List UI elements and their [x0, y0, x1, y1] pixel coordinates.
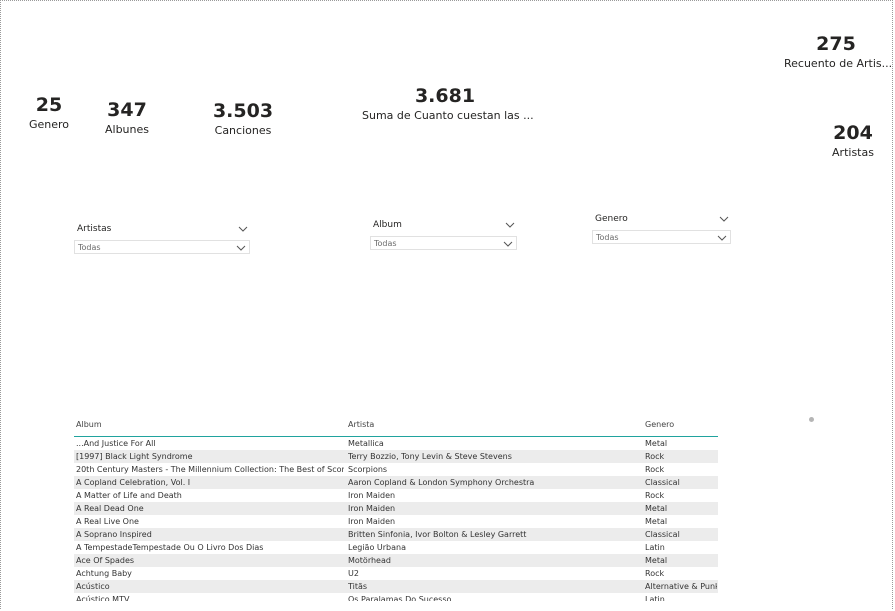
card-label: Genero — [28, 118, 70, 131]
column-header-genero[interactable]: Genero — [645, 420, 717, 429]
cell-genero: Rock — [645, 491, 665, 500]
chevron-down-icon[interactable] — [503, 239, 513, 249]
table-row[interactable]: A Soprano Inspired Britten Sinfonia, Ivo… — [74, 528, 718, 541]
slicer-dropdown[interactable]: Todas — [592, 230, 731, 244]
cell-album: A Matter of Life and Death — [76, 491, 182, 500]
cell-genero: Classical — [645, 478, 680, 487]
card-suma[interactable]: 3.681 Suma de Cuanto cuestan las ... — [362, 84, 534, 124]
cell-artista: Iron Maiden — [348, 491, 396, 500]
table-row[interactable]: ...And Justice For All Metallica Metal — [74, 437, 718, 450]
card-canciones[interactable]: 3.503 Canciones — [212, 99, 274, 139]
cell-album: Acústico — [76, 582, 110, 591]
card-label: Canciones — [214, 124, 272, 137]
cell-album: A TempestadeTempestade Ou O Livro Dos Di… — [76, 543, 264, 552]
cell-genero: Metal — [645, 517, 668, 526]
card-value: 204 — [833, 122, 873, 144]
table-row[interactable]: A Matter of Life and Death Iron Maiden R… — [74, 489, 718, 502]
slicer-header[interactable]: Artistas — [74, 222, 250, 238]
table-header: Album Artista Genero — [74, 418, 718, 437]
cell-album: Acústico MTV — [76, 595, 130, 601]
card-genero[interactable]: 25 Genero — [28, 93, 70, 133]
table-row[interactable]: A Real Live One Iron Maiden Metal — [74, 515, 718, 528]
cell-artista: U2 — [348, 569, 359, 578]
cell-genero: Latin — [645, 543, 665, 552]
card-value: 25 — [35, 94, 63, 116]
table-row[interactable]: Acústico Titãs Alternative & Punk — [74, 580, 718, 593]
table-row[interactable]: Ace Of Spades Motörhead Metal — [74, 554, 718, 567]
cell-album: A Real Live One — [76, 517, 139, 526]
table-row[interactable]: A TempestadeTempestade Ou O Livro Dos Di… — [74, 541, 718, 554]
card-value: 275 — [816, 33, 856, 55]
cell-genero: Rock — [645, 452, 665, 461]
cell-genero: Metal — [645, 556, 668, 565]
slicer-selected-value: Todas — [596, 233, 619, 242]
slicer-title: Artistas — [77, 224, 112, 234]
table-row[interactable]: [1997] Black Light Syndrome Terry Bozzio… — [74, 450, 718, 463]
table-row[interactable]: 20th Century Masters - The Millennium Co… — [74, 463, 718, 476]
card-label: Recuento de Artis... — [784, 57, 893, 70]
chevron-down-icon[interactable] — [238, 224, 248, 234]
table-body: ...And Justice For All Metallica Metal [… — [74, 437, 718, 601]
cell-album: A Copland Celebration, Vol. I — [76, 478, 191, 487]
slicer-dropdown[interactable]: Todas — [74, 240, 250, 254]
cell-artista: Legião Urbana — [348, 543, 406, 552]
cell-artista: Iron Maiden — [348, 504, 396, 513]
cell-artista: Metallica — [348, 439, 384, 448]
cell-album: Ace Of Spades — [76, 556, 135, 565]
slicer-header[interactable]: Album — [370, 218, 517, 234]
table-row[interactable]: A Copland Celebration, Vol. I Aaron Copl… — [74, 476, 718, 489]
slicer-selected-value: Todas — [374, 239, 397, 248]
cell-genero: Latin — [645, 595, 665, 601]
cell-album: Achtung Baby — [76, 569, 132, 578]
card-label: Artistas — [832, 146, 874, 159]
table-row[interactable]: Achtung Baby U2 Rock — [74, 567, 718, 580]
cell-album: A Soprano Inspired — [76, 530, 152, 539]
cell-album: ...And Justice For All — [76, 439, 156, 448]
chevron-down-icon[interactable] — [717, 233, 727, 243]
card-label: Albunes — [104, 123, 149, 136]
slicer-dropdown[interactable]: Todas — [370, 236, 517, 250]
cell-genero: Rock — [645, 465, 665, 474]
slicer-header[interactable]: Genero — [592, 212, 731, 228]
chevron-down-icon[interactable] — [236, 243, 246, 253]
slicer-title: Genero — [595, 214, 628, 224]
cell-artista: Britten Sinfonia, Ivor Bolton & Lesley G… — [348, 530, 527, 539]
table-row[interactable]: A Real Dead One Iron Maiden Metal — [74, 502, 718, 515]
visual-handle-dot[interactable] — [809, 417, 814, 422]
card-artistas[interactable]: 204 Artistas — [828, 121, 878, 161]
cell-genero: Alternative & Punk — [645, 582, 717, 591]
cell-genero: Rock — [645, 569, 665, 578]
cell-artista: Aaron Copland & London Symphony Orchestr… — [348, 478, 535, 487]
cell-artista: Os Paralamas Do Sucesso — [348, 595, 452, 601]
slicer-genero[interactable]: Genero Todas — [592, 212, 731, 244]
cell-album: A Real Dead One — [76, 504, 144, 513]
column-header-album[interactable]: Album — [76, 420, 344, 429]
cell-artista: Terry Bozzio, Tony Levin & Steve Stevens — [348, 452, 512, 461]
slicer-album[interactable]: Album Todas — [370, 218, 517, 250]
album-table[interactable]: Album Artista Genero ...And Justice For … — [74, 418, 718, 601]
card-value: 347 — [107, 99, 147, 121]
card-value: 3.503 — [212, 100, 274, 122]
column-header-artista[interactable]: Artista — [348, 420, 638, 429]
cell-genero: Metal — [645, 504, 668, 513]
card-value: 3.681 — [414, 85, 476, 107]
card-recuento[interactable]: 275 Recuento de Artis... — [784, 32, 893, 72]
cell-genero: Classical — [645, 530, 680, 539]
card-label: Suma de Cuanto cuestan las ... — [362, 109, 534, 122]
slicer-selected-value: Todas — [78, 243, 101, 252]
slicer-artistas[interactable]: Artistas Todas — [74, 222, 250, 254]
table-row[interactable]: Acústico MTV Os Paralamas Do Sucesso Lat… — [74, 593, 718, 601]
cell-artista: Motörhead — [348, 556, 391, 565]
cell-artista: Scorpions — [348, 465, 388, 474]
slicer-title: Album — [373, 220, 402, 230]
chevron-down-icon[interactable] — [505, 220, 515, 230]
cell-album: [1997] Black Light Syndrome — [76, 452, 193, 461]
cell-genero: Metal — [645, 439, 668, 448]
cell-artista: Titãs — [348, 582, 368, 591]
cell-album: 20th Century Masters - The Millennium Co… — [76, 465, 344, 474]
cell-artista: Iron Maiden — [348, 517, 396, 526]
card-albunes[interactable]: 347 Albunes — [102, 98, 152, 138]
chevron-down-icon[interactable] — [719, 214, 729, 224]
